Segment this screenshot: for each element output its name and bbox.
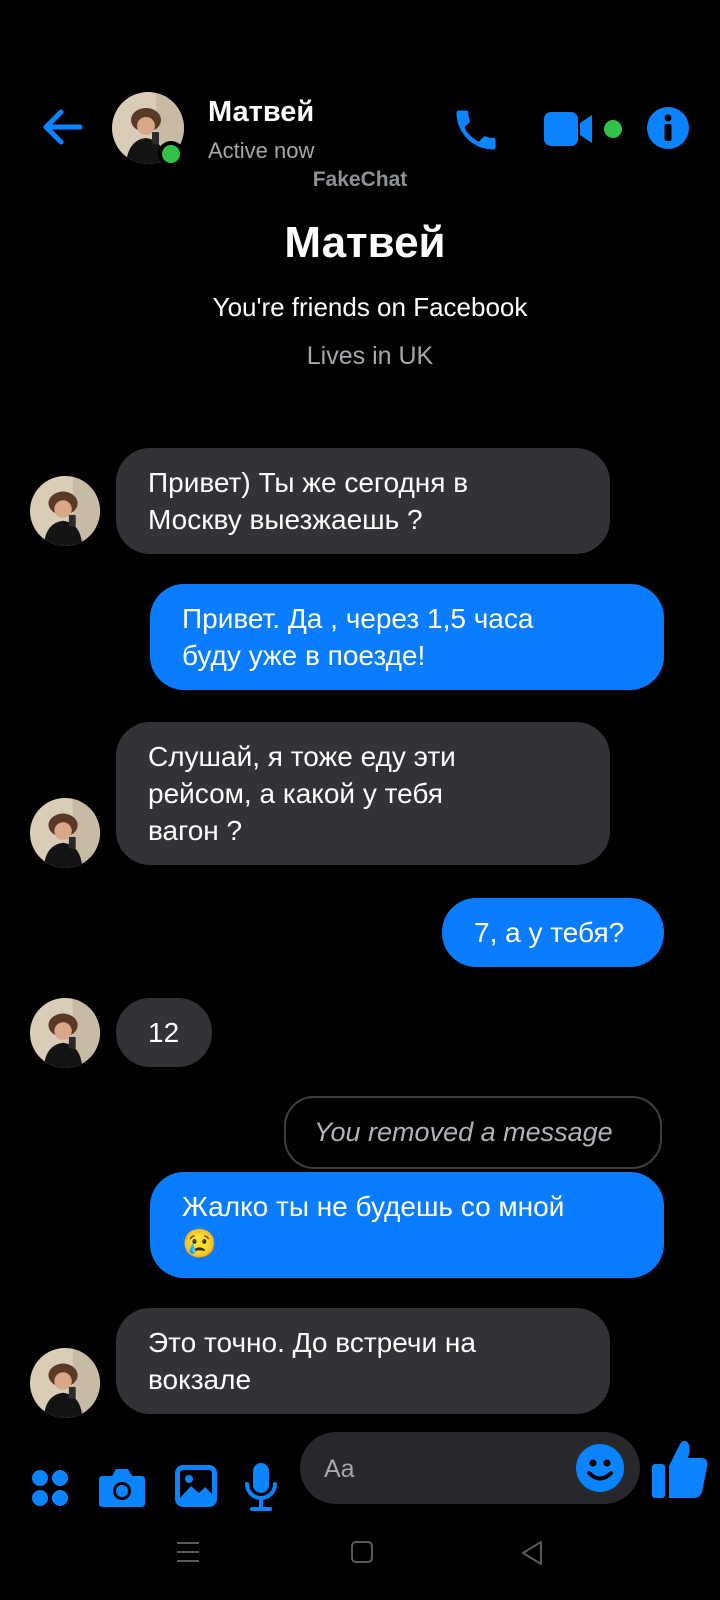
online-status-dot: [158, 141, 184, 167]
watermark: FakeChat: [312, 168, 408, 191]
message-line: Слушай, я тоже еду эти: [148, 741, 456, 772]
phone-icon[interactable]: [450, 104, 502, 156]
message-line: 12: [148, 1017, 180, 1048]
back-arrow-icon[interactable]: [40, 104, 86, 150]
thumbs-up-icon[interactable]: [650, 1438, 710, 1500]
message-line: Жалко ты не будешь со мной: [182, 1191, 565, 1222]
info-icon[interactable]: [646, 106, 690, 150]
message-line: Москву выезжаешь ?: [148, 504, 423, 535]
message-incoming[interactable]: Привет) Ты же сегодня в Москву выезжаешь…: [116, 448, 610, 554]
microphone-icon[interactable]: [244, 1462, 278, 1512]
message-incoming[interactable]: Это точно. До встречи на вокзале: [116, 1308, 610, 1414]
message-line: вагон ?: [148, 815, 243, 846]
contact-avatar[interactable]: [30, 798, 100, 868]
message-line: Привет. Да , через 1,5 часа: [182, 603, 534, 634]
message-outgoing[interactable]: Жалко ты не будешь со мной 😢: [150, 1172, 664, 1278]
home-icon[interactable]: [350, 1540, 374, 1564]
nav-back-icon[interactable]: [520, 1540, 544, 1566]
message-line: Привет) Ты же сегодня в: [148, 467, 469, 498]
friends-note: You're friends on Facebook: [212, 292, 528, 322]
contact-avatar[interactable]: [30, 476, 100, 546]
message-outgoing[interactable]: Привет. Да , через 1,5 часа буду уже в п…: [150, 584, 664, 690]
message-input-placeholder: Aa: [324, 1455, 355, 1483]
active-status: Active now: [208, 138, 315, 163]
recent-apps-icon[interactable]: [176, 1540, 200, 1564]
message-outgoing[interactable]: 7, а у тебя?: [442, 898, 664, 967]
contact-avatar[interactable]: [30, 1348, 100, 1418]
message-line: буду уже в поезде!: [182, 640, 426, 671]
location-note: Lives in UK: [306, 342, 434, 370]
profile-name: Матвей: [284, 218, 446, 267]
contact-avatar[interactable]: [30, 998, 100, 1068]
message-line: рейсом, а какой у тебя: [148, 778, 443, 809]
message-line: Это точно. До встречи на: [148, 1327, 476, 1358]
camera-icon[interactable]: [98, 1466, 146, 1508]
message-incoming[interactable]: 12: [116, 998, 212, 1067]
message-line: вокзале: [148, 1364, 252, 1395]
emoji-icon[interactable]: [576, 1444, 624, 1492]
apps-icon[interactable]: [30, 1468, 70, 1508]
message-line: You removed a message: [314, 1117, 613, 1147]
message-incoming[interactable]: Слушай, я тоже еду эти рейсом, а какой у…: [116, 722, 610, 865]
message-line: 7, а у тебя?: [474, 917, 625, 948]
contact-name[interactable]: Матвей: [208, 96, 314, 129]
video-camera-icon[interactable]: [544, 110, 598, 148]
video-online-dot: [604, 120, 622, 138]
removed-message[interactable]: You removed a message: [284, 1096, 662, 1169]
gallery-icon[interactable]: [174, 1464, 218, 1508]
message-line: 😢: [182, 1228, 217, 1259]
